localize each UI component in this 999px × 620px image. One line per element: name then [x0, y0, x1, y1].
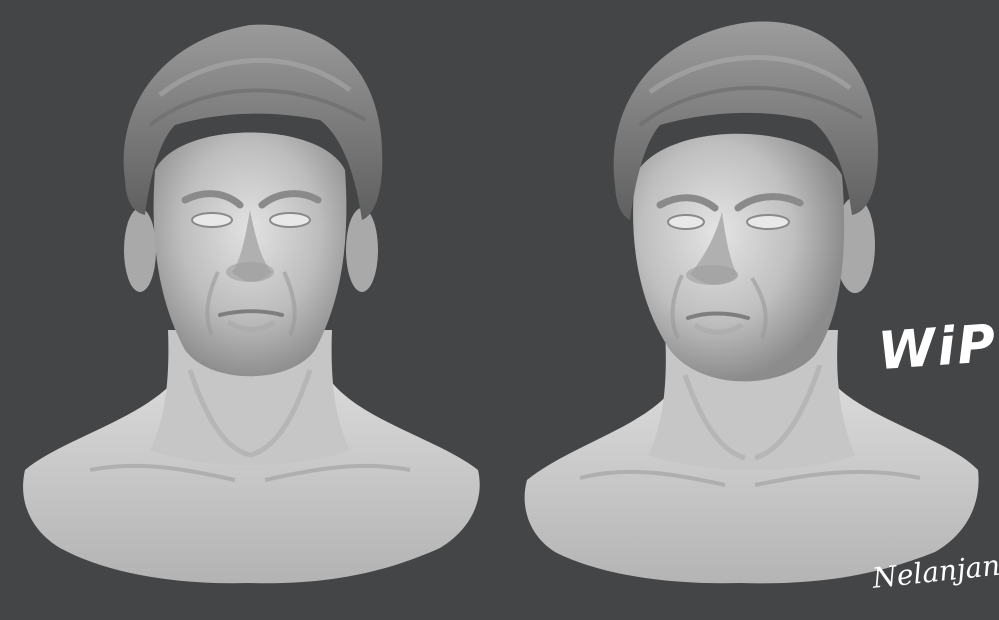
bust-front-view [23, 24, 480, 584]
wip-label: WiP [876, 313, 999, 383]
render-canvas: WiP Nelanjan Rey [0, 0, 999, 620]
bust-three-quarter-view [524, 21, 979, 584]
